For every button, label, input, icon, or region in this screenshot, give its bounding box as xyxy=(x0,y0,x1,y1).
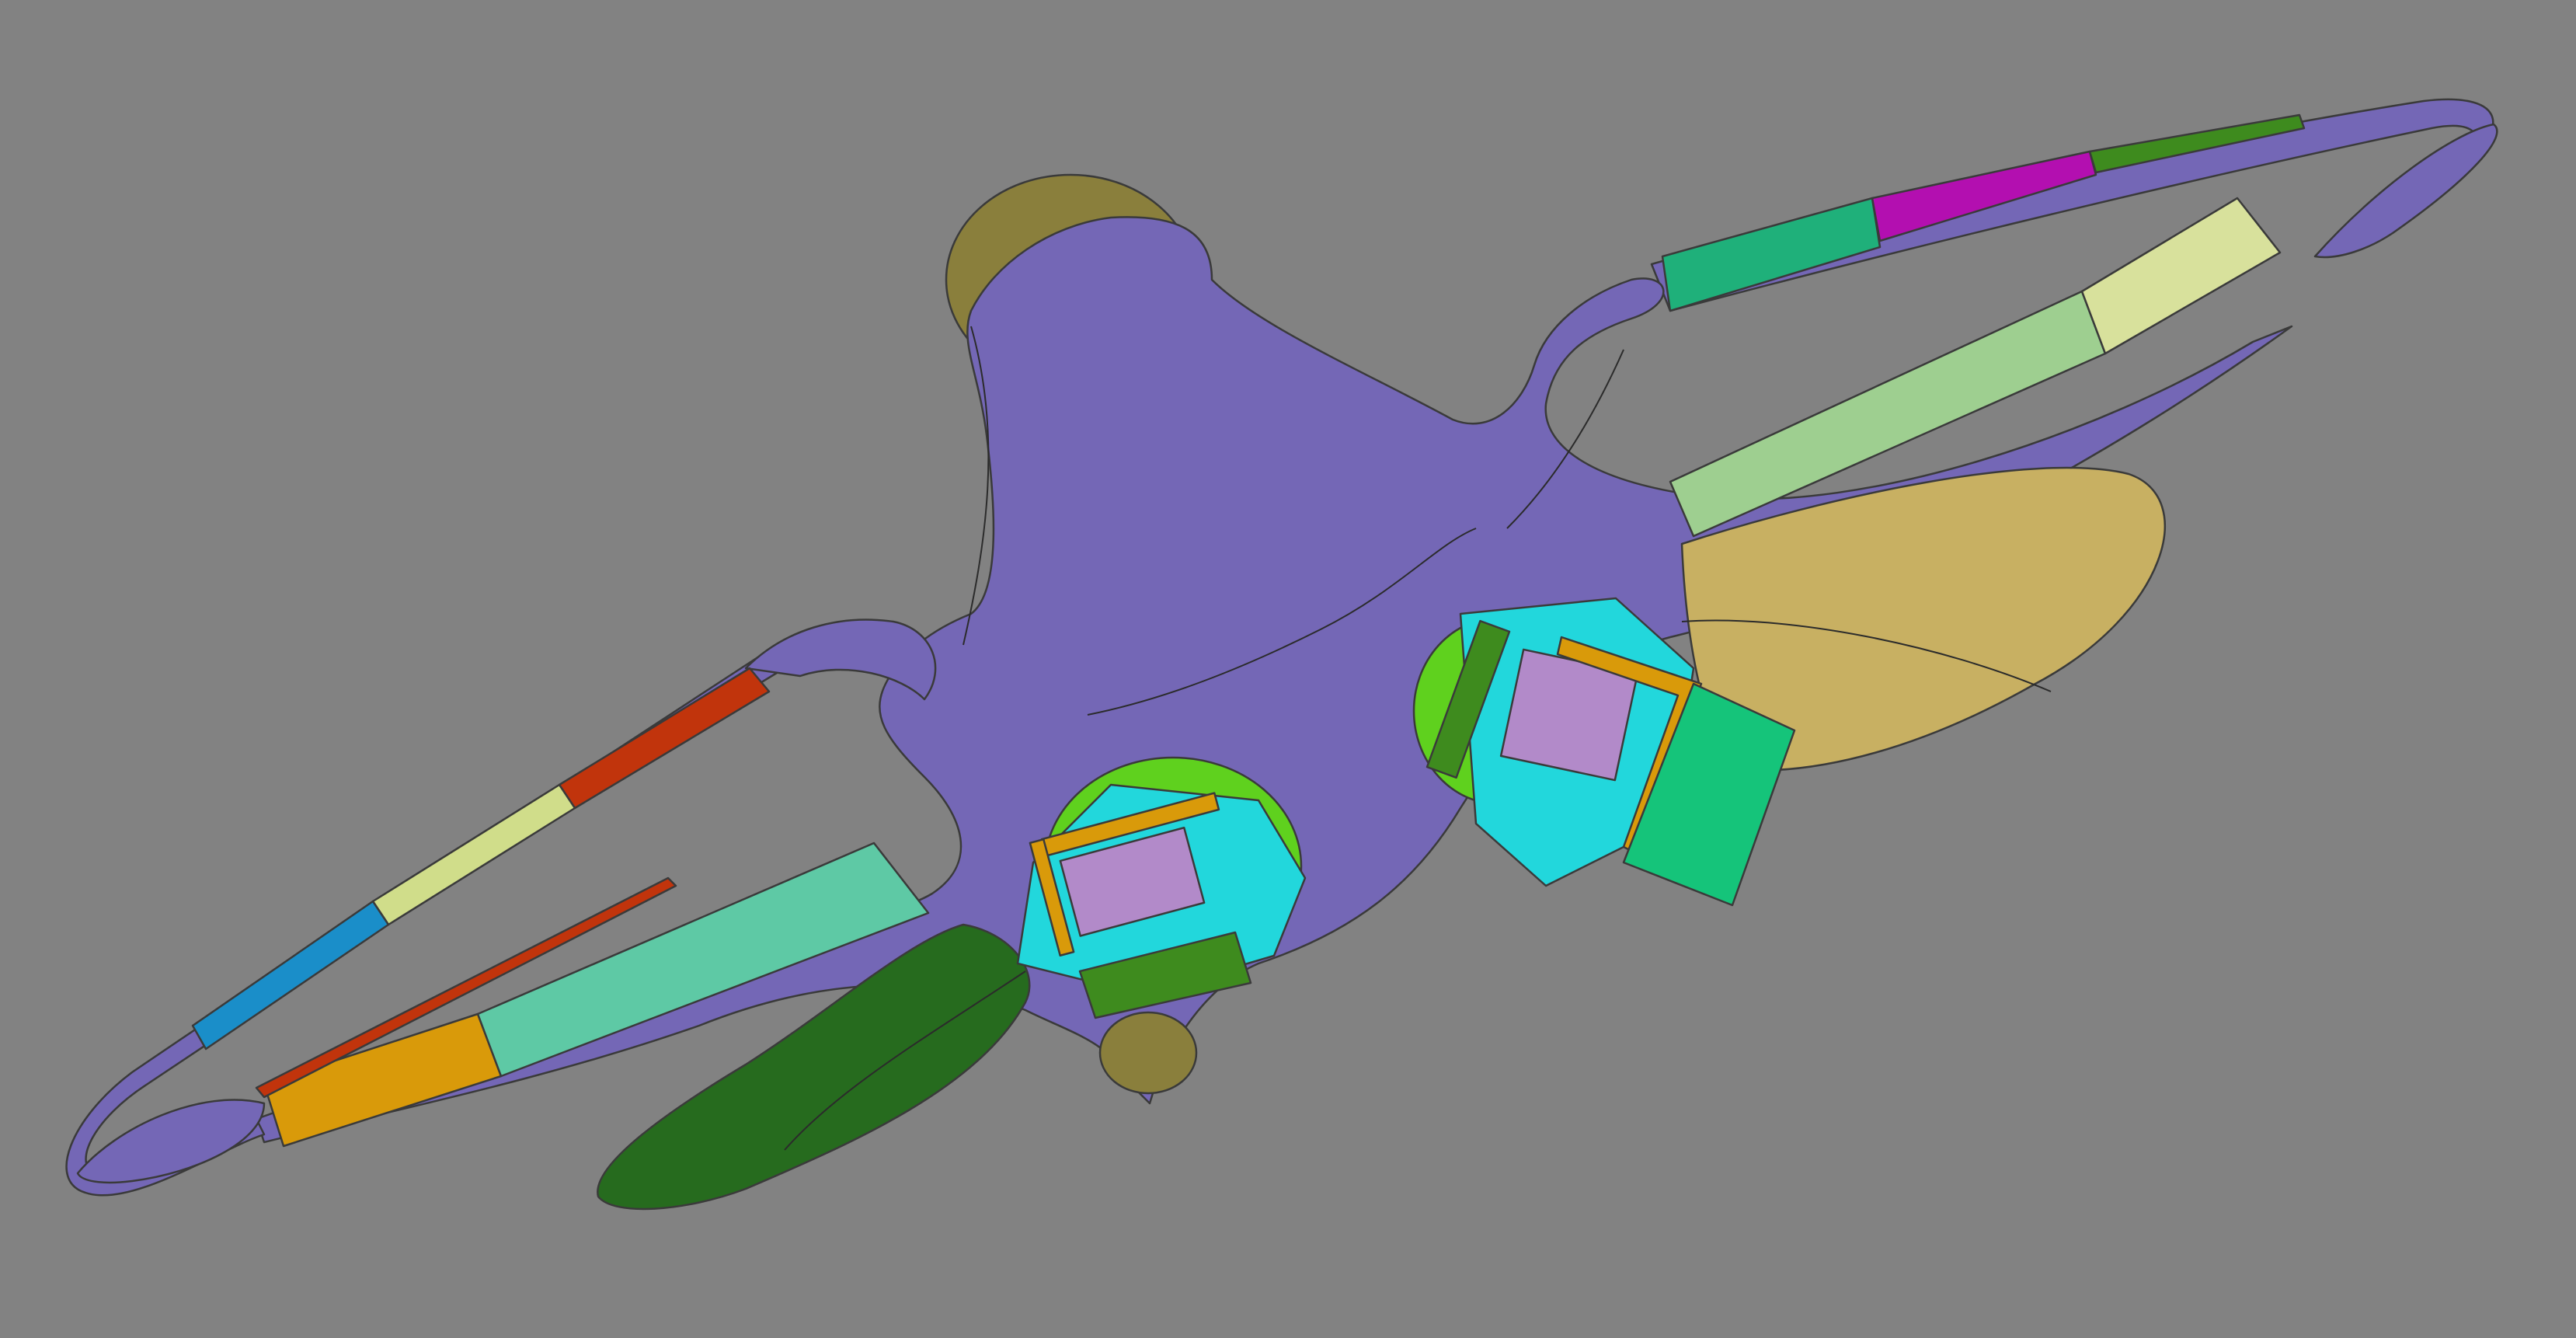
bottom-dome xyxy=(1098,1011,1198,1095)
ring-segment-teal-green xyxy=(1661,197,1882,312)
ring-segment-red xyxy=(558,667,771,810)
cad-model-scene xyxy=(65,98,2498,1211)
ring-segment-pale-lime xyxy=(371,783,576,926)
cad-viewport[interactable] xyxy=(0,0,2576,1338)
ring-segment-blue xyxy=(191,900,390,1051)
left-arm-connector xyxy=(744,618,937,701)
arm-segment-pale-yellow xyxy=(2080,197,2282,355)
